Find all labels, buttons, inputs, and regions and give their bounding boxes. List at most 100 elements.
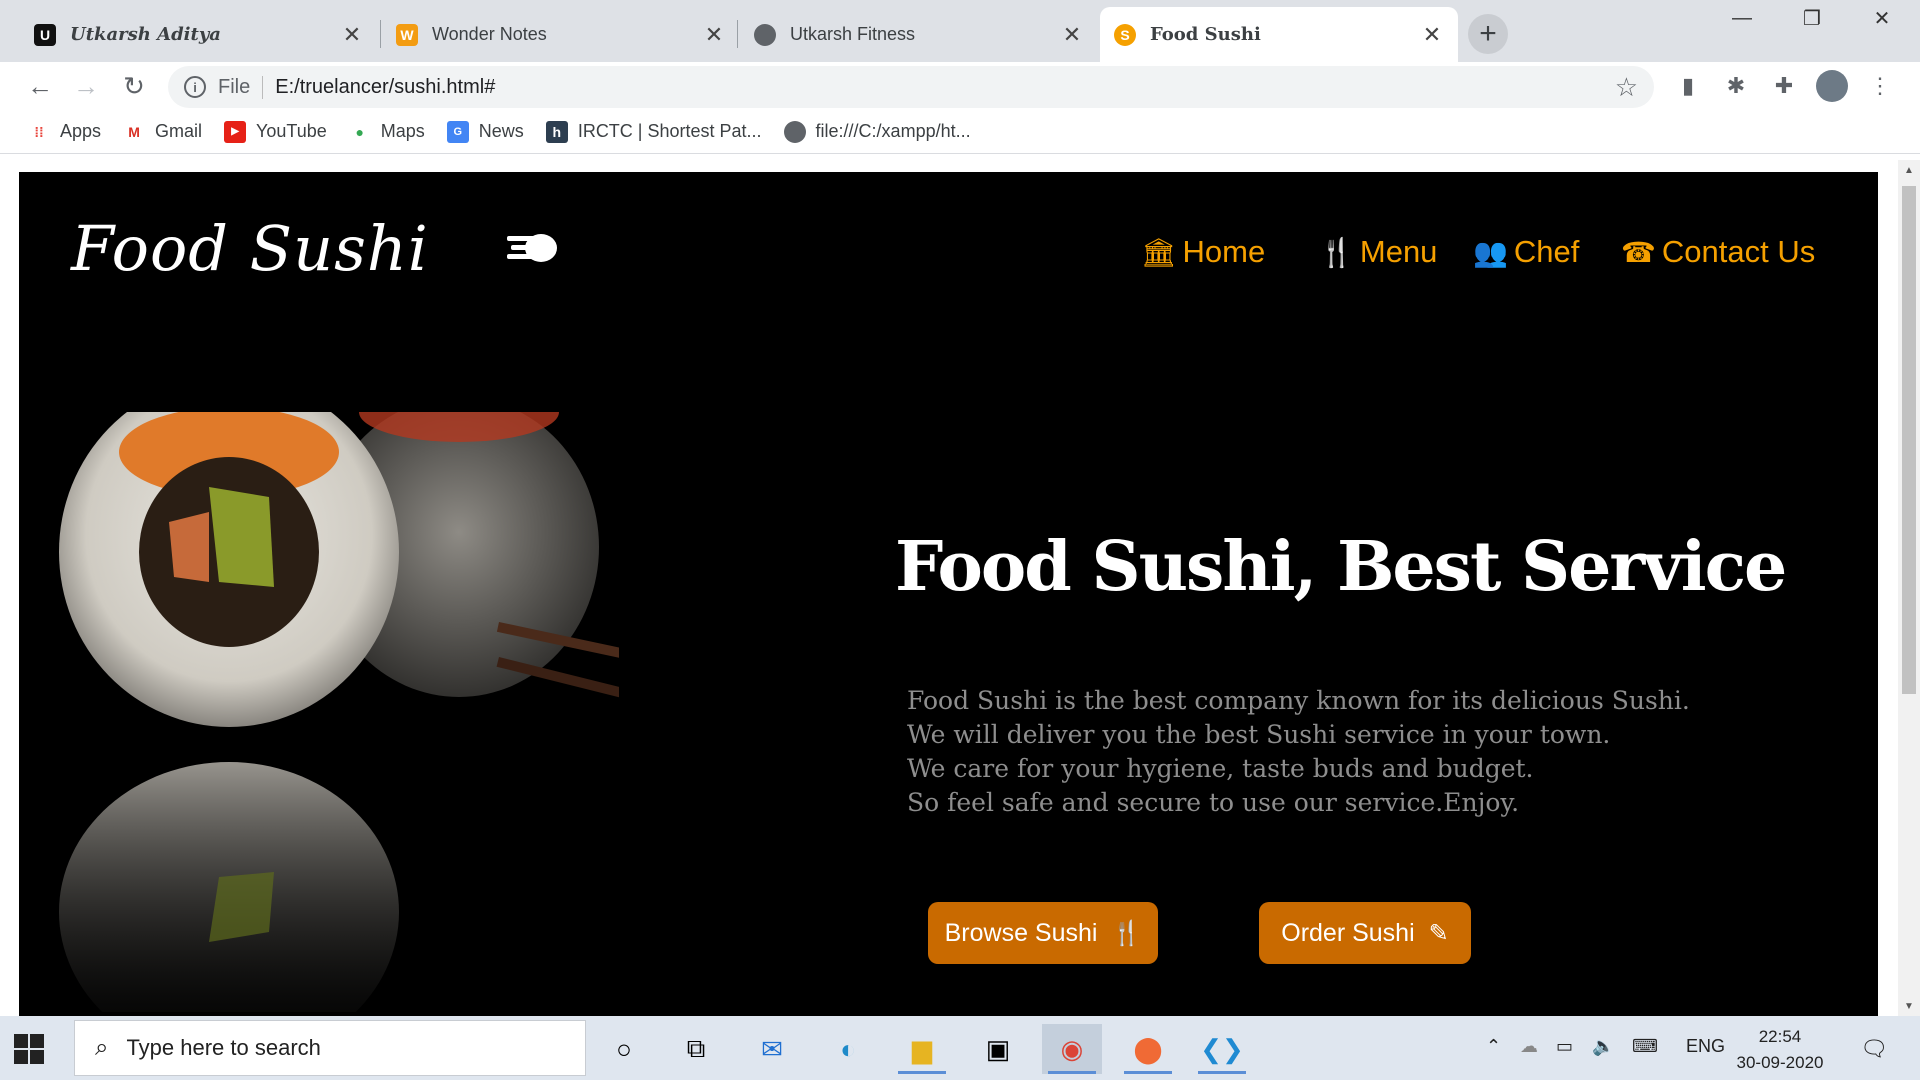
- nav-chef[interactable]: 👥 Chef: [1473, 234, 1579, 270]
- pen-app-icon[interactable]: ⬤: [1118, 1024, 1178, 1074]
- avatar[interactable]: [1816, 70, 1848, 102]
- bookmark-news[interactable]: G News: [446, 120, 524, 143]
- hero-section: Food Sushi 🏛 Home 🍴 Menu 👥 Chef ☎ Contac…: [19, 172, 1878, 1016]
- phone-square-icon: ☎: [1621, 236, 1656, 268]
- bookmark-irctc[interactable]: h IRCTC | Shortest Pat...: [545, 120, 762, 143]
- puzzle-icon[interactable]: ✚: [1768, 70, 1800, 102]
- search-icon: ⌕: [95, 1034, 109, 1061]
- notification-icon[interactable]: 🗨: [1860, 1036, 1888, 1062]
- clock-date: 30-09-2020: [1736, 1053, 1824, 1072]
- tab-favicon: U: [34, 23, 56, 46]
- address-bar[interactable]: i File E:/truelancer/sushi.html# ☆: [168, 66, 1654, 108]
- battery-icon[interactable]: ▭: [1556, 1036, 1573, 1057]
- edit-icon: ✎: [1428, 919, 1449, 947]
- forward-icon[interactable]: →: [66, 66, 106, 106]
- reload-icon[interactable]: ↻: [114, 66, 154, 106]
- url-text[interactable]: E:/truelancer/sushi.html#: [275, 76, 495, 99]
- bookmark-label: News: [478, 121, 524, 141]
- description-line: We care for your hygiene, taste buds and…: [907, 754, 1534, 783]
- chevron-up-icon[interactable]: ⌃: [1486, 1036, 1501, 1057]
- running-indicator: [898, 1071, 946, 1074]
- scroll-down-icon[interactable]: ▼: [1898, 996, 1920, 1016]
- button-label: Browse Sushi: [944, 918, 1098, 947]
- description-line: We will deliver you the best Sushi servi…: [907, 720, 1611, 749]
- bookmark-youtube[interactable]: ▶ YouTube: [224, 120, 327, 143]
- back-icon[interactable]: ←: [20, 66, 60, 106]
- order-sushi-button[interactable]: Order Sushi ✎: [1259, 902, 1471, 964]
- news-icon: G: [446, 120, 469, 143]
- bookmark-apps[interactable]: ⁞⁞ Apps: [28, 121, 101, 143]
- running-indicator: [1198, 1071, 1246, 1074]
- edge-icon[interactable]: ◐: [818, 1024, 878, 1074]
- bookmark-label: Maps: [380, 121, 425, 141]
- menu-kebab-icon[interactable]: ⋮: [1864, 70, 1896, 102]
- mail-icon[interactable]: ✉: [742, 1024, 802, 1074]
- chrome-icon[interactable]: ◉: [1042, 1024, 1102, 1074]
- info-icon[interactable]: i: [184, 76, 206, 98]
- nav-home[interactable]: 🏛 Home: [1141, 234, 1265, 270]
- h-icon: h: [545, 120, 568, 143]
- store-icon[interactable]: ▣: [968, 1024, 1028, 1074]
- bookmark-gmail[interactable]: M Gmail: [123, 121, 202, 143]
- minimize-icon[interactable]: —: [1710, 0, 1774, 36]
- new-tab-button[interactable]: +: [1468, 14, 1508, 54]
- clock-time: 22:54: [1758, 1027, 1802, 1046]
- close-window-icon[interactable]: ✕: [1850, 0, 1914, 36]
- clock[interactable]: 22:54 30-09-2020: [1720, 1024, 1840, 1076]
- description-line: So feel safe and secure to use our servi…: [907, 788, 1520, 817]
- scrollbar-thumb[interactable]: [1902, 186, 1916, 694]
- gmail-icon: M: [128, 123, 140, 140]
- running-indicator: [1124, 1071, 1172, 1074]
- bookmark-label: Gmail: [155, 121, 203, 141]
- volume-icon[interactable]: 🔈: [1592, 1036, 1614, 1057]
- tab-utkarsh-fitness[interactable]: Utkarsh Fitness ✕: [740, 7, 1098, 62]
- tab-title: Utkarsh Fitness: [790, 24, 916, 44]
- sushi-image: [59, 412, 619, 1012]
- onedrive-icon[interactable]: ☁: [1520, 1036, 1538, 1057]
- close-icon[interactable]: ✕: [340, 22, 364, 48]
- scroll-up-icon[interactable]: ▲: [1898, 160, 1920, 180]
- tab-wonder-notes[interactable]: W Wonder Notes ✕: [382, 7, 740, 62]
- restore-icon[interactable]: ❐: [1780, 0, 1844, 36]
- windows-start-icon[interactable]: [14, 1034, 44, 1064]
- tab-title: Utkarsh Aditya: [70, 24, 221, 45]
- bookmark-star-icon[interactable]: ☆: [1615, 72, 1638, 103]
- task-view-icon[interactable]: ⧉: [666, 1024, 726, 1074]
- nav-label: Home: [1182, 234, 1266, 269]
- extension-icon[interactable]: ▮: [1672, 70, 1704, 102]
- hero-headline: Food Sushi, Best Service: [895, 527, 1787, 607]
- institution-icon: 🏛: [1141, 236, 1177, 268]
- vscode-icon[interactable]: ❮❯: [1192, 1024, 1252, 1074]
- file-explorer-icon[interactable]: ▆: [892, 1024, 952, 1074]
- site-logo[interactable]: Food Sushi: [71, 212, 429, 285]
- page-scrollbar[interactable]: ▲ ▼: [1898, 160, 1920, 1016]
- cortana-icon[interactable]: ○: [594, 1024, 654, 1074]
- taskbar-search-input[interactable]: ⌕ Type here to search: [74, 1020, 586, 1076]
- search-placeholder: Type here to search: [126, 1035, 321, 1060]
- tab-title: Wonder Notes: [432, 24, 547, 44]
- nav-label: Chef: [1513, 234, 1580, 269]
- nav-label: Contact Us: [1661, 234, 1816, 269]
- tab-food-sushi[interactable]: S Food Sushi ✕: [1100, 7, 1458, 62]
- bookmark-label: Apps: [60, 121, 102, 141]
- tab-favicon: W: [396, 23, 418, 46]
- nav-menu[interactable]: 🍴 Menu: [1319, 234, 1437, 270]
- browse-sushi-button[interactable]: Browse Sushi 🍴: [928, 902, 1158, 964]
- url-scheme: File: [218, 75, 264, 99]
- button-label: Order Sushi: [1281, 918, 1415, 947]
- tab-favicon: S: [1114, 23, 1136, 46]
- tab-utkarsh-aditya[interactable]: U Utkarsh Aditya ✕: [20, 7, 378, 62]
- close-icon[interactable]: ✕: [1060, 22, 1084, 48]
- close-icon[interactable]: ✕: [702, 22, 726, 48]
- cutlery-icon: 🍴: [1111, 919, 1142, 947]
- page-viewport: Food Sushi 🏛 Home 🍴 Menu 👥 Chef ☎ Contac…: [0, 160, 1920, 1016]
- tab-separator: [380, 20, 381, 48]
- bookmark-label: IRCTC | Shortest Pat...: [577, 121, 762, 141]
- fish-logo-icon: [507, 234, 557, 262]
- nav-contact[interactable]: ☎ Contact Us: [1621, 234, 1815, 270]
- bug-extension-icon[interactable]: ✱: [1720, 70, 1752, 102]
- keyboard-icon[interactable]: ⌨: [1632, 1036, 1658, 1057]
- bookmark-file[interactable]: file:///C:/xampp/ht...: [783, 120, 971, 143]
- close-icon[interactable]: ✕: [1420, 22, 1444, 48]
- bookmark-maps[interactable]: ● Maps: [349, 121, 425, 143]
